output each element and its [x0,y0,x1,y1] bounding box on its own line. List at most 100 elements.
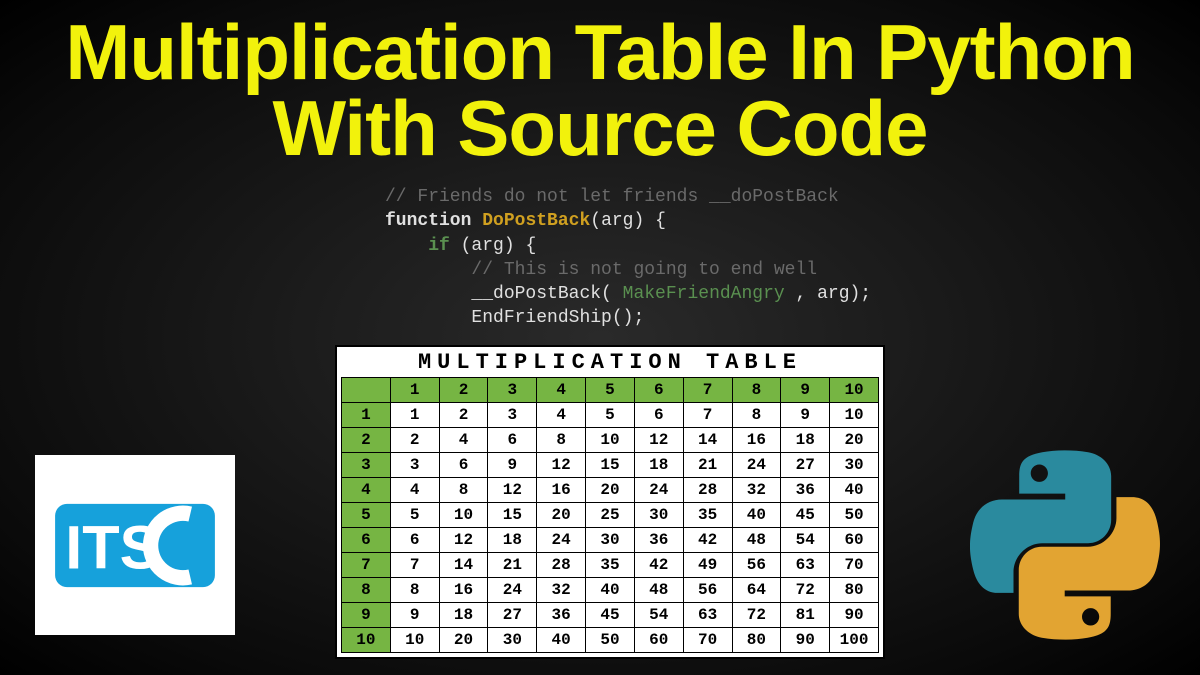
table-cell: 49 [683,553,732,578]
table-cell: 24 [634,478,683,503]
row-header: 8 [342,578,391,603]
table-cell: 14 [683,428,732,453]
table-cell: 81 [781,603,830,628]
table-title: MULTIPLICATION TABLE [341,349,879,377]
col-header: 10 [830,378,879,403]
table-cell: 3 [488,403,537,428]
col-header: 3 [488,378,537,403]
code-l5-p2: , arg); [785,284,871,304]
python-logo [970,450,1160,640]
col-header: 9 [781,378,830,403]
page-title: Multiplication Table In Python With Sour… [0,0,1200,167]
col-header: 1 [390,378,439,403]
table-cell: 50 [586,628,635,653]
row-header: 9 [342,603,391,628]
table-cell: 6 [390,528,439,553]
table-cell: 20 [830,428,879,453]
table-cell: 30 [488,628,537,653]
title-line-2: With Source Code [0,90,1200,166]
code-l3-rest: (arg) { [450,236,536,256]
table-cell: 48 [634,578,683,603]
python-logo-icon [970,450,1160,640]
table-cell: 10 [390,628,439,653]
table-cell: 27 [488,603,537,628]
multiplication-table: 12345678910 1123456789102246810121416182… [341,377,879,653]
table-cell: 50 [830,503,879,528]
table-cell: 70 [830,553,879,578]
table-row: 99182736455463728190 [342,603,879,628]
table-cell: 15 [586,453,635,478]
col-header: 6 [634,378,683,403]
table-cell: 6 [488,428,537,453]
table-cell: 9 [390,603,439,628]
table-cell: 30 [634,503,683,528]
code-call-endfriendship: EndFriendShip(); [471,308,644,328]
table-cell: 40 [732,503,781,528]
table-cell: 12 [439,528,488,553]
table-cell: 45 [586,603,635,628]
table-cell: 5 [586,403,635,428]
table-cell: 30 [830,453,879,478]
multiplication-table-container: MULTIPLICATION TABLE 12345678910 1123456… [335,345,885,659]
table-cell: 16 [439,578,488,603]
row-header: 7 [342,553,391,578]
col-header: 2 [439,378,488,403]
code-l2-rest: (arg) { [590,211,666,231]
table-cell: 12 [537,453,586,478]
table-cell: 35 [683,503,732,528]
table-cell: 63 [781,553,830,578]
table-cell: 20 [586,478,635,503]
table-row: 336912151821242730 [342,453,879,478]
table-cell: 21 [683,453,732,478]
table-cell: 28 [537,553,586,578]
code-keyword-if: if [428,236,450,256]
table-cell: 20 [439,628,488,653]
table-cell: 12 [488,478,537,503]
table-cell: 36 [781,478,830,503]
title-line-1: Multiplication Table In Python [0,14,1200,90]
table-cell: 6 [439,453,488,478]
table-cell: 2 [439,403,488,428]
table-row: 88162432404856647280 [342,578,879,603]
table-cell: 15 [488,503,537,528]
table-cell: 8 [439,478,488,503]
code-arg: MakeFriendAngry [623,284,785,304]
table-cell: 40 [537,628,586,653]
table-cell: 100 [830,628,879,653]
itsc-logo-icon: ITS [50,498,220,593]
code-comment-1: // Friends do not let friends __doPostBa… [385,187,839,207]
table-cell: 80 [732,628,781,653]
table-cell: 56 [732,553,781,578]
table-cell: 40 [586,578,635,603]
table-cell: 2 [390,428,439,453]
row-header: 6 [342,528,391,553]
table-cell: 10 [439,503,488,528]
table-cell: 24 [488,578,537,603]
table-cell: 56 [683,578,732,603]
table-cell: 30 [586,528,635,553]
col-header: 8 [732,378,781,403]
table-row: 55101520253035404550 [342,503,879,528]
table-cell: 25 [586,503,635,528]
table-cell: 5 [390,503,439,528]
table-cell: 32 [732,478,781,503]
table-cell: 60 [830,528,879,553]
row-header: 1 [342,403,391,428]
table-cell: 24 [537,528,586,553]
table-cell: 18 [781,428,830,453]
table-row: 10102030405060708090100 [342,628,879,653]
col-header: 7 [683,378,732,403]
table-cell: 16 [537,478,586,503]
row-header: 4 [342,478,391,503]
code-function-name: DoPostBack [482,211,590,231]
table-cell: 80 [830,578,879,603]
table-cell: 9 [488,453,537,478]
table-cell: 54 [781,528,830,553]
table-cell: 4 [537,403,586,428]
table-cell: 36 [634,528,683,553]
table-cell: 60 [634,628,683,653]
code-keyword-function: function [385,211,471,231]
table-cell: 4 [390,478,439,503]
table-cell: 32 [537,578,586,603]
table-cell: 24 [732,453,781,478]
